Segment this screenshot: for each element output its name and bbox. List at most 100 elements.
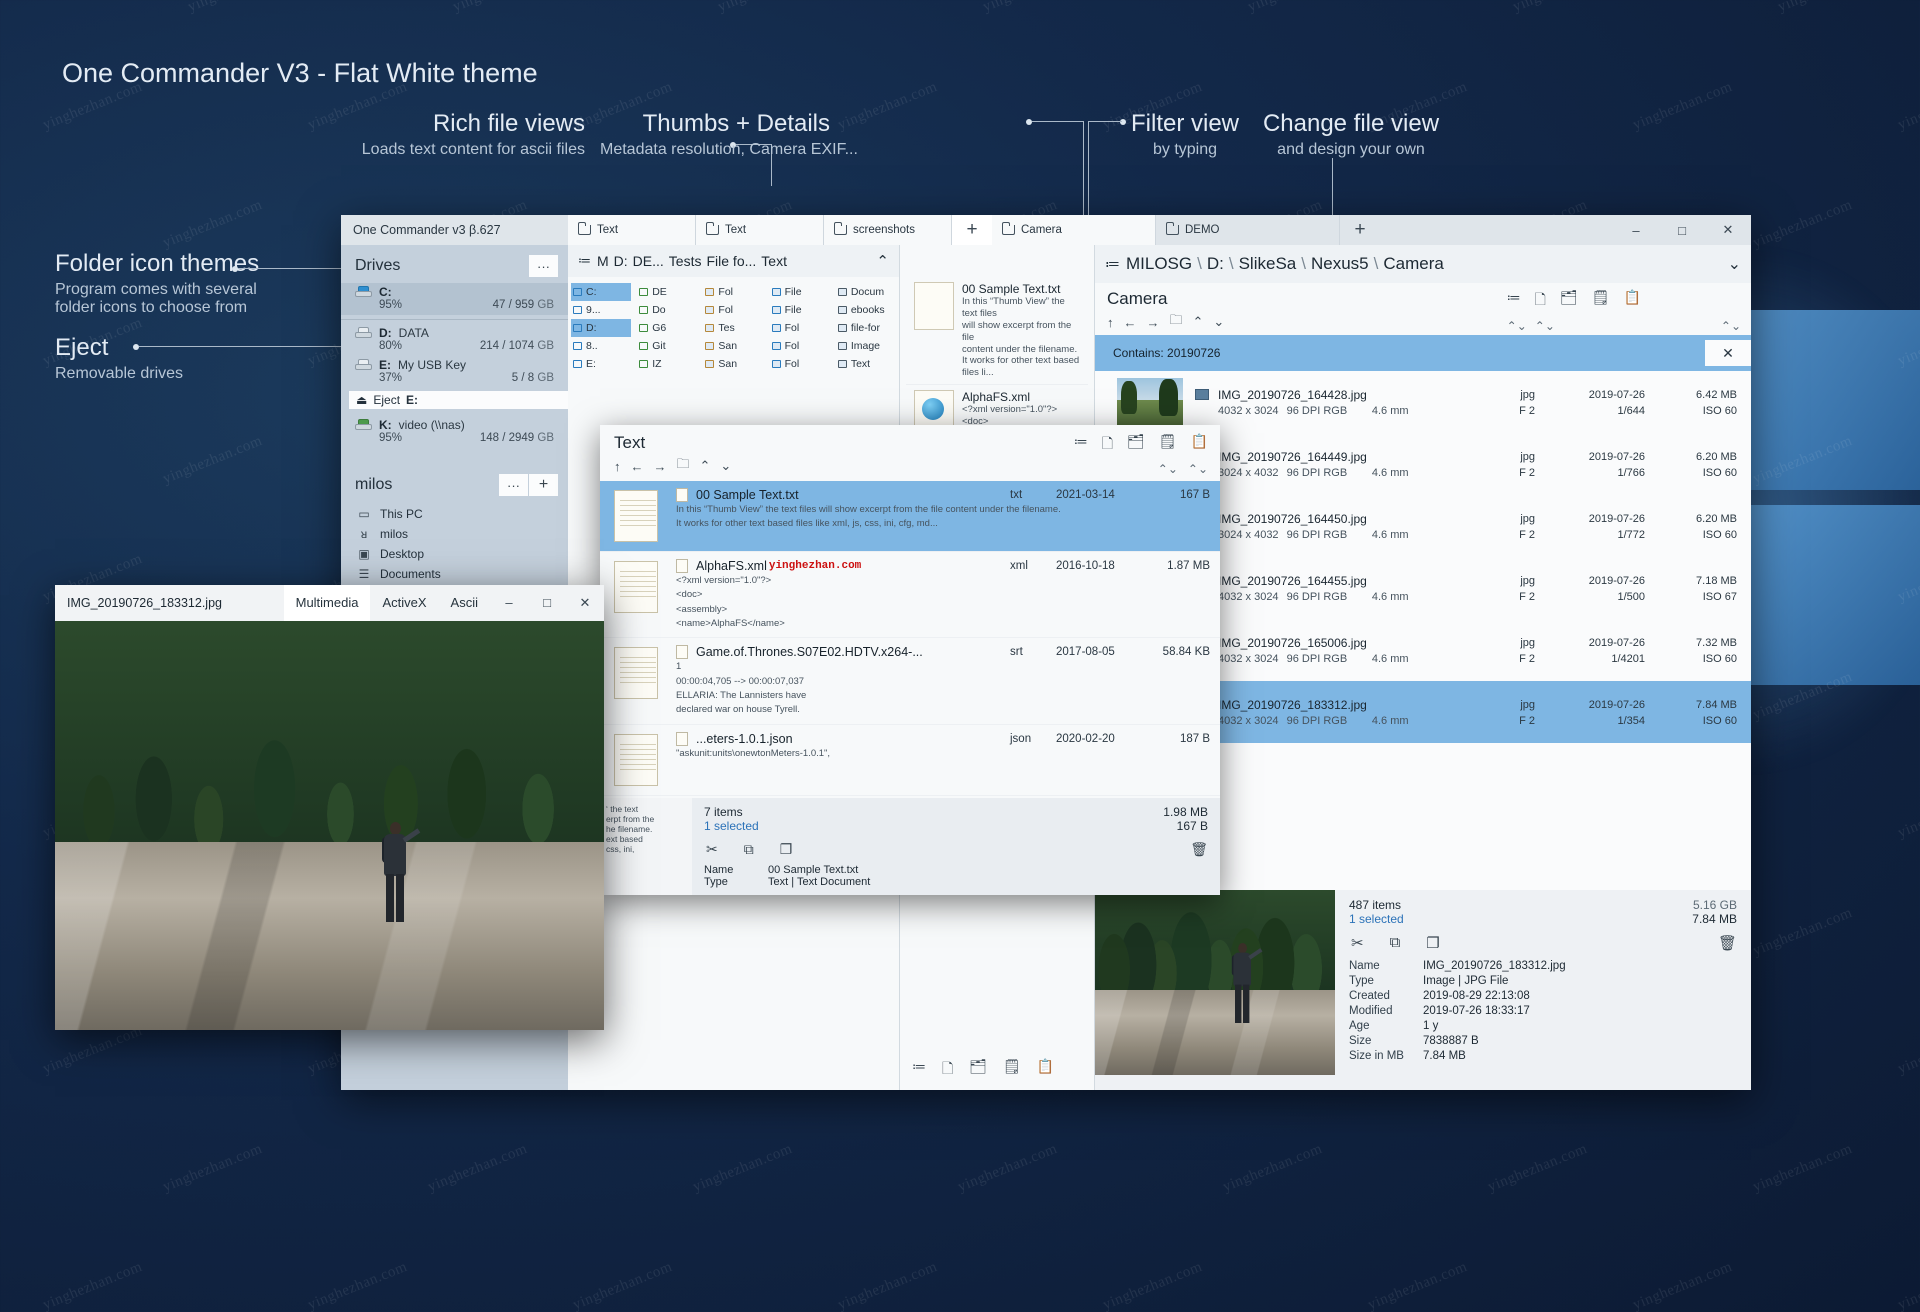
minimize-button[interactable]: – (1613, 215, 1659, 245)
tree-item[interactable]: file-for (836, 319, 896, 337)
breadcrumb-item[interactable]: Text (761, 253, 787, 269)
breadcrumb[interactable]: MILOSG \ D: \ SlikeSa \ Nexus5 \ Camera (1126, 254, 1444, 274)
breadcrumb-item[interactable]: M (597, 253, 609, 269)
clipboard-icon[interactable]: 📋 (1624, 289, 1641, 313)
tab-camera[interactable]: Camera (992, 215, 1156, 245)
sort-icon[interactable]: ⌃⌄ (1188, 462, 1208, 476)
tab-text-2[interactable]: Text (696, 215, 824, 245)
collapse-chevron-icon[interactable]: ⌃ (876, 252, 889, 270)
table-row[interactable]: IMG_20190726_164428.jpg jpg 2019-07-26 6.42… (1095, 371, 1751, 433)
tree-item[interactable]: 8.. (571, 337, 631, 355)
delete-icon[interactable]: 🗑 (1718, 934, 1737, 952)
table-row[interactable]: AlphaFS.xml yinghezhan.com xml 2016-10-18 1.… (600, 552, 1220, 639)
tree-item[interactable]: E: (571, 355, 631, 373)
breadcrumb-item[interactable]: D: (614, 253, 628, 269)
tree-item[interactable]: Fol (770, 319, 830, 337)
forward-icon[interactable]: → (1147, 315, 1160, 330)
list-icon[interactable]: ≔ (1105, 255, 1120, 273)
tree-item[interactable]: Fol (770, 355, 830, 373)
breadcrumb-item[interactable]: D: (1207, 254, 1224, 274)
breadcrumb-item[interactable]: Tests (669, 253, 702, 269)
sort-desc-icon[interactable]: ⌄ (1213, 314, 1224, 330)
sidebar-item-desktop[interactable]: ▣ Desktop (341, 544, 568, 564)
open-folder-icon[interactable]: 🗀 (677, 455, 690, 477)
tree-item[interactable]: D: (571, 319, 632, 337)
sort-desc-icon[interactable]: ⌄ (720, 458, 731, 474)
tree-item[interactable]: Text (836, 355, 896, 373)
tab-activex[interactable]: ActiveX (370, 585, 438, 621)
drives-more-button[interactable]: ··· (529, 255, 558, 277)
clipboard-icon[interactable]: 📋 (1037, 1058, 1054, 1082)
tree-item[interactable]: Fol (703, 301, 763, 319)
file-row[interactable]: 00 Sample Text.txt In this “Thumb View” … (906, 277, 1088, 386)
sort-asc-icon[interactable]: ⌃ (700, 458, 711, 474)
up-icon[interactable]: ↑ (1107, 315, 1114, 330)
tree-item[interactable]: File (770, 301, 830, 319)
tree-item[interactable]: Image (836, 337, 896, 355)
tree-item[interactable]: San (703, 337, 763, 355)
filter-close-button[interactable]: ✕ (1705, 340, 1751, 366)
maximize-button[interactable]: □ (528, 585, 566, 621)
camera-breadcrumb-bar[interactable]: ≔ MILOSG \ D: \ SlikeSa \ Nexus5 \ Camera ⌄ (1095, 245, 1751, 283)
copy-icon[interactable]: ⧉ (744, 841, 754, 858)
copy-icon[interactable]: ⧉ (1390, 934, 1401, 952)
tab-ascii[interactable]: Ascii (439, 585, 490, 621)
tab-demo[interactable]: DEMO (1156, 215, 1340, 245)
tree-breadcrumb-bar[interactable]: ≔ M D: DE... Tests File fo... Text ⌃ (568, 245, 899, 277)
cut-icon[interactable]: ✂ (706, 841, 718, 858)
new-folder-icon[interactable]: 🗂 (1560, 289, 1578, 313)
breadcrumb-item[interactable]: DE... (633, 253, 664, 269)
maximize-button[interactable]: □ (1659, 215, 1705, 245)
rename-icon[interactable]: 🗒 (1592, 289, 1610, 313)
tree-item[interactable]: C: (571, 283, 632, 301)
paste-icon[interactable]: ❐ (1426, 934, 1439, 952)
up-icon[interactable]: ↑ (614, 459, 621, 474)
minimize-button[interactable]: – (490, 585, 528, 621)
tree-item[interactable]: Docum (836, 283, 896, 301)
breadcrumb-item[interactable]: Nexus5 (1311, 254, 1369, 274)
eject-button[interactable]: ⏏ Eject E: (349, 391, 568, 409)
clipboard-icon[interactable]: 📋 (1191, 433, 1208, 457)
list-icon[interactable]: ≔ (578, 253, 591, 269)
chevron-down-icon[interactable]: ⌄ (1728, 254, 1741, 274)
new-folder-icon[interactable]: 🗂 (1127, 433, 1145, 457)
new-file-icon[interactable]: 🗋 (1102, 433, 1113, 457)
paste-icon[interactable]: ❐ (780, 841, 793, 858)
list-view-icon[interactable]: ≔ (1507, 289, 1521, 313)
sort-icon[interactable]: ⌃⌄ (1507, 319, 1527, 333)
tree-item[interactable]: ebooks (836, 301, 896, 319)
close-button[interactable]: ✕ (566, 585, 604, 621)
breadcrumb-item[interactable]: MILOSG (1126, 254, 1192, 274)
drive-item-e[interactable]: E: My USB Key 37% 5 / 8 GB (341, 356, 568, 388)
cut-icon[interactable]: ✂ (1351, 934, 1364, 952)
breadcrumb-item[interactable]: SlikeSa (1239, 254, 1297, 274)
tab-text-1[interactable]: Text (568, 215, 696, 245)
drive-item-c[interactable]: C: 95% 47 / 959 GB (341, 283, 568, 315)
new-file-icon[interactable]: 🗋 (942, 1058, 953, 1082)
list-view-icon[interactable]: ≔ (1074, 433, 1088, 457)
tab-screenshots[interactable]: screenshots (824, 215, 952, 245)
sidebar-item-milos[interactable]: ᴚ milos (341, 524, 568, 544)
drive-item-d[interactable]: D: DATA 80% 214 / 1074 GB (341, 324, 568, 356)
tree-item[interactable]: 9... (571, 301, 631, 319)
tree-item[interactable]: Do (637, 301, 697, 319)
close-button[interactable]: ✕ (1705, 215, 1751, 245)
forward-icon[interactable]: → (654, 459, 667, 474)
tree-item[interactable]: Fol (703, 283, 763, 301)
new-tab-button-left[interactable]: + (952, 215, 992, 245)
sort-icon[interactable]: ⌃⌄ (1535, 319, 1555, 333)
table-row[interactable]: 00 Sample Text.txt txt 2021-03-14 167 B In t… (600, 481, 1220, 552)
user-add-button[interactable]: + (529, 474, 558, 496)
sort-asc-icon[interactable]: ⌃ (1193, 314, 1204, 330)
tree-item[interactable]: IZ (637, 355, 697, 373)
list-view-icon[interactable]: ≔ (912, 1058, 926, 1082)
tree-item[interactable]: Tes (703, 319, 763, 337)
new-tab-button-right[interactable]: + (1340, 215, 1380, 245)
sidebar-item-documents[interactable]: ☰ Documents (341, 564, 568, 584)
new-file-icon[interactable]: 🗋 (1535, 289, 1546, 313)
drive-item-k[interactable]: K: video (\\nas) 95% 148 / 2949 GB (341, 416, 568, 448)
back-icon[interactable]: ← (631, 459, 644, 474)
delete-icon[interactable]: 🗑 (1190, 841, 1208, 858)
tree-item[interactable]: File (770, 283, 830, 301)
open-folder-icon[interactable]: 🗀 (1170, 311, 1183, 333)
